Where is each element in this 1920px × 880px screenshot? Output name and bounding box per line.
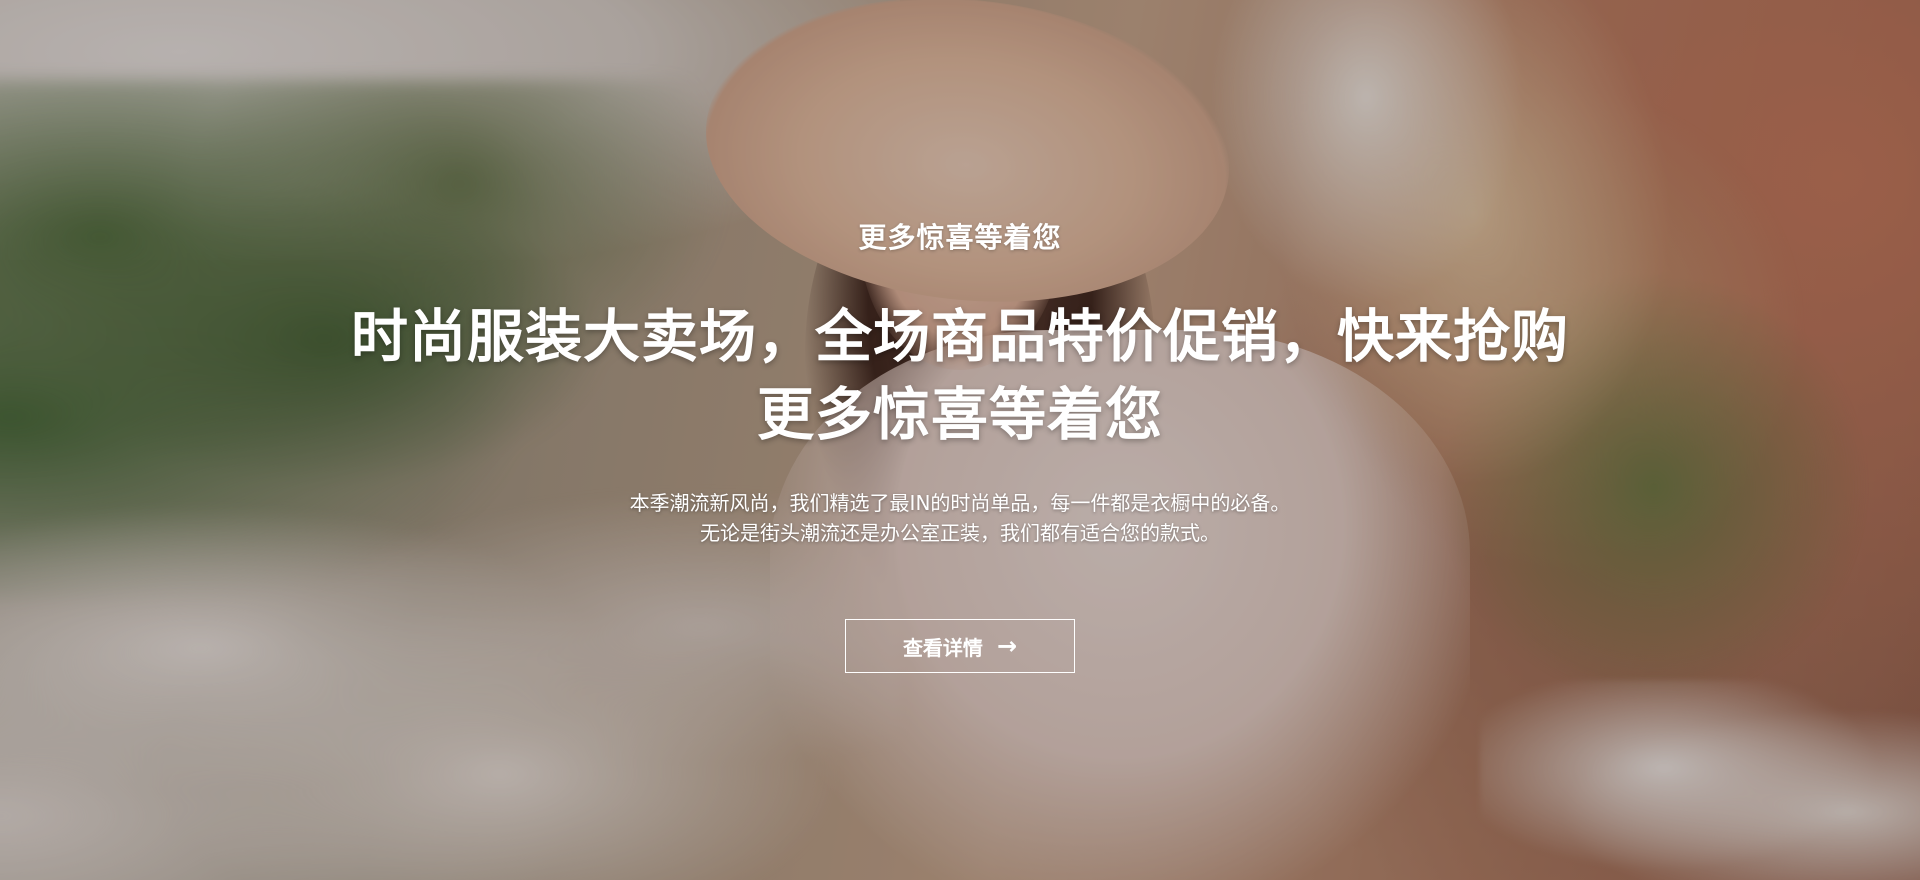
view-details-label: 查看详情 (902, 635, 983, 660)
hero-description-line-2: 无论是街头潮流还是办公室正装，我们都有适合您的款式。 (700, 521, 1220, 545)
hero-content: 更多惊喜等着您 时尚服装大卖场，全场商品特价促销，快来抢购 更多惊喜等着您 本季… (0, 0, 1920, 880)
hero-headline-line-1: 时尚服装大卖场，全场商品特价促销，快来抢购 (351, 304, 1569, 370)
hero-description-line-1: 本季潮流新风尚，我们精选了最IN的时尚单品，每一件都是衣橱中的必备。 (629, 491, 1291, 515)
hero-headline-line-2: 更多惊喜等着您 (757, 382, 1163, 448)
hero-headline: 时尚服装大卖场，全场商品特价促销，快来抢购 更多惊喜等着您 (260, 298, 1660, 454)
arrow-right-icon: → (996, 632, 1018, 660)
hero-description: 本季潮流新风尚，我们精选了最IN的时尚单品，每一件都是衣橱中的必备。 无论是街头… (510, 488, 1410, 548)
hero-banner: 更多惊喜等着您 时尚服装大卖场，全场商品特价促销，快来抢购 更多惊喜等着您 本季… (0, 0, 1920, 880)
hero-subtitle: 更多惊喜等着您 (858, 221, 1062, 254)
view-details-button[interactable]: 查看详情 → (845, 619, 1075, 673)
